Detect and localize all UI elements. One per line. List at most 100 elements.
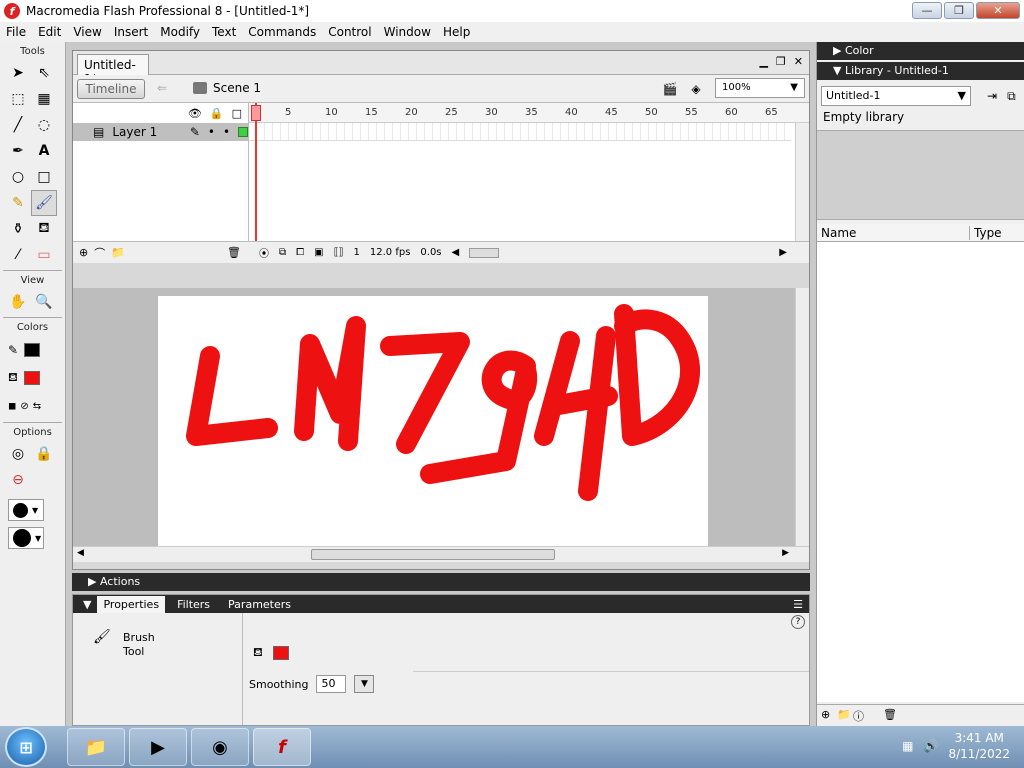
brush-size-dropdown[interactable]: ▼ (8, 499, 44, 521)
brush-mode-icon[interactable]: ◎ (5, 441, 31, 467)
scroll-right-icon[interactable]: ▶ (779, 247, 787, 258)
stage-area[interactable] (73, 288, 809, 546)
library-panel-header[interactable]: ▼ Library - Untitled-1 (817, 62, 1024, 80)
column-type[interactable]: Type (969, 226, 1002, 240)
smoothing-input[interactable]: 50 (316, 675, 347, 693)
properties-icon[interactable]: ⓘ (853, 708, 864, 724)
volume-icon[interactable]: 🔊 (924, 739, 939, 753)
onion-outline-icon[interactable]: ⧠ (296, 247, 304, 258)
outline-icon[interactable]: □ (232, 107, 242, 120)
collapse-icon[interactable]: ▼ (83, 598, 91, 611)
ink-bottle-tool-icon[interactable]: ⚱ (5, 216, 31, 242)
menu-window[interactable]: Window (378, 25, 437, 39)
selection-tool-icon[interactable]: ➤ (5, 60, 31, 86)
brush-shape-dropdown[interactable]: ▼ (8, 527, 44, 549)
eye-icon[interactable]: 👁 (188, 107, 202, 120)
edit-symbol-icon[interactable]: ◈ (687, 81, 705, 97)
lock-fill-icon[interactable]: 🔒 (31, 441, 57, 467)
restore-button[interactable]: ❐ (944, 2, 974, 19)
onion-skin-icon[interactable]: ⧉ (279, 247, 286, 258)
explorer-taskbar-icon[interactable]: 📁 (67, 728, 125, 766)
menu-help[interactable]: Help (437, 25, 476, 39)
rectangle-tool-icon[interactable]: □ (31, 164, 57, 190)
minimize-button[interactable]: — (912, 2, 942, 19)
delete-icon[interactable]: 🗑 (883, 708, 897, 721)
free-transform-tool-icon[interactable]: ⬚ (5, 86, 31, 112)
black-white-icon[interactable]: ◼ (8, 401, 16, 412)
playhead[interactable] (255, 103, 257, 241)
doc-minimize-icon[interactable]: ▁ (759, 55, 767, 68)
menu-commands[interactable]: Commands (242, 25, 322, 39)
document-tab[interactable]: Untitled-1* (77, 54, 149, 86)
library-select[interactable]: Untitled-1 ▼ (821, 86, 971, 106)
lock-dot-icon[interactable]: • (223, 125, 230, 139)
scroll-left-icon[interactable]: ◀ (77, 548, 84, 558)
menu-file[interactable]: File (0, 25, 32, 39)
flash-taskbar-icon[interactable]: f (253, 728, 311, 766)
lasso-tool-icon[interactable]: ◌ (31, 112, 57, 138)
pen-tool-icon[interactable]: ✒ (5, 138, 31, 164)
stage-canvas[interactable] (158, 296, 708, 546)
edit-scene-icon[interactable]: 🎬 (661, 81, 679, 97)
menu-modify[interactable]: Modify (154, 25, 206, 39)
menu-view[interactable]: View (67, 25, 107, 39)
insert-layer-icon[interactable]: ⊕ (79, 246, 88, 259)
library-list[interactable] (817, 242, 1024, 702)
menu-control[interactable]: Control (322, 25, 377, 39)
hand-tool-icon[interactable]: ✋ (5, 289, 31, 315)
brush-tool-icon[interactable]: 🖌 (31, 190, 57, 216)
lock-icon[interactable]: 🔒 (210, 107, 224, 120)
horizontal-scroll-thumb[interactable] (311, 549, 555, 560)
frame-ruler[interactable]: 1 5 10 15 20 25 30 35 40 45 50 55 60 65 (249, 103, 809, 123)
zoom-tool-icon[interactable]: 🔍 (31, 289, 57, 315)
edit-multiple-frames-icon[interactable]: ▣ (314, 247, 323, 258)
stage-vertical-scrollbar[interactable] (795, 288, 809, 546)
scroll-right-icon[interactable]: ▶ (782, 548, 789, 558)
doc-close-icon[interactable]: ✕ (794, 55, 803, 68)
panel-menu-icon[interactable]: ☰ (793, 598, 803, 611)
fill-transform-tool-icon[interactable]: ▦ (31, 86, 57, 112)
menu-insert[interactable]: Insert (108, 25, 154, 39)
layer-color-icon[interactable] (238, 127, 248, 137)
playhead-handle[interactable] (251, 105, 261, 121)
new-folder-icon[interactable]: 📁 (837, 708, 851, 721)
tab-filters[interactable]: Filters (171, 596, 216, 613)
eraser-tool-icon[interactable]: ▭ (31, 242, 57, 268)
menu-edit[interactable]: Edit (32, 25, 67, 39)
color-panel-header[interactable]: ▶ Color (817, 42, 1024, 60)
eyedropper-tool-icon[interactable]: ⁄ (5, 242, 31, 268)
oval-tool-icon[interactable]: ○ (5, 164, 31, 190)
subselection-tool-icon[interactable]: ⇖ (31, 60, 57, 86)
close-button[interactable]: ✕ (976, 2, 1020, 19)
doc-restore-icon[interactable]: ❐ (776, 55, 786, 68)
new-symbol-icon[interactable]: ⊕ (821, 708, 830, 721)
fill-color-picker[interactable] (272, 646, 289, 660)
frame-cells[interactable] (249, 123, 791, 141)
scroll-left-icon[interactable]: ◀ (452, 247, 460, 258)
line-tool-icon[interactable]: ╱ (5, 112, 31, 138)
swap-colors-icon[interactable]: ⇆ (33, 401, 41, 412)
zoom-select[interactable]: 100% ▼ (715, 78, 805, 98)
text-tool-icon[interactable]: A (31, 138, 57, 164)
fill-color-swatch[interactable] (23, 371, 40, 385)
actions-panel-header[interactable]: ▶ Actions (72, 573, 810, 591)
back-arrow-icon[interactable]: ⇐ (157, 81, 167, 95)
timeline-button[interactable]: Timeline (77, 79, 145, 99)
clock[interactable]: 3:41 AM 8/11/2022 (948, 730, 1010, 762)
chrome-taskbar-icon[interactable]: ◉ (191, 728, 249, 766)
timeline-vertical-scrollbar[interactable] (795, 123, 809, 241)
layer-row[interactable]: ▤ Layer 1 ✎ • • (73, 123, 248, 141)
help-icon[interactable]: ? (791, 615, 805, 629)
modify-markers-icon[interactable]: ⟦⟧ (334, 247, 344, 258)
timeline-hscroll-thumb[interactable] (469, 247, 500, 258)
stroke-color-swatch[interactable] (24, 343, 41, 357)
network-icon[interactable]: ▦ (902, 739, 913, 753)
delete-layer-icon[interactable]: 🗑 (227, 246, 241, 259)
tab-properties[interactable]: Properties (97, 595, 166, 613)
start-button[interactable]: ⊞ (5, 727, 47, 767)
smoothing-dropdown-button[interactable]: ▼ (354, 675, 375, 693)
menu-text[interactable]: Text (206, 25, 242, 39)
center-frame-icon[interactable]: ⦿ (259, 245, 269, 260)
add-motion-guide-icon[interactable]: ⌒ (94, 245, 105, 261)
media-player-taskbar-icon[interactable]: ▶ (129, 728, 187, 766)
